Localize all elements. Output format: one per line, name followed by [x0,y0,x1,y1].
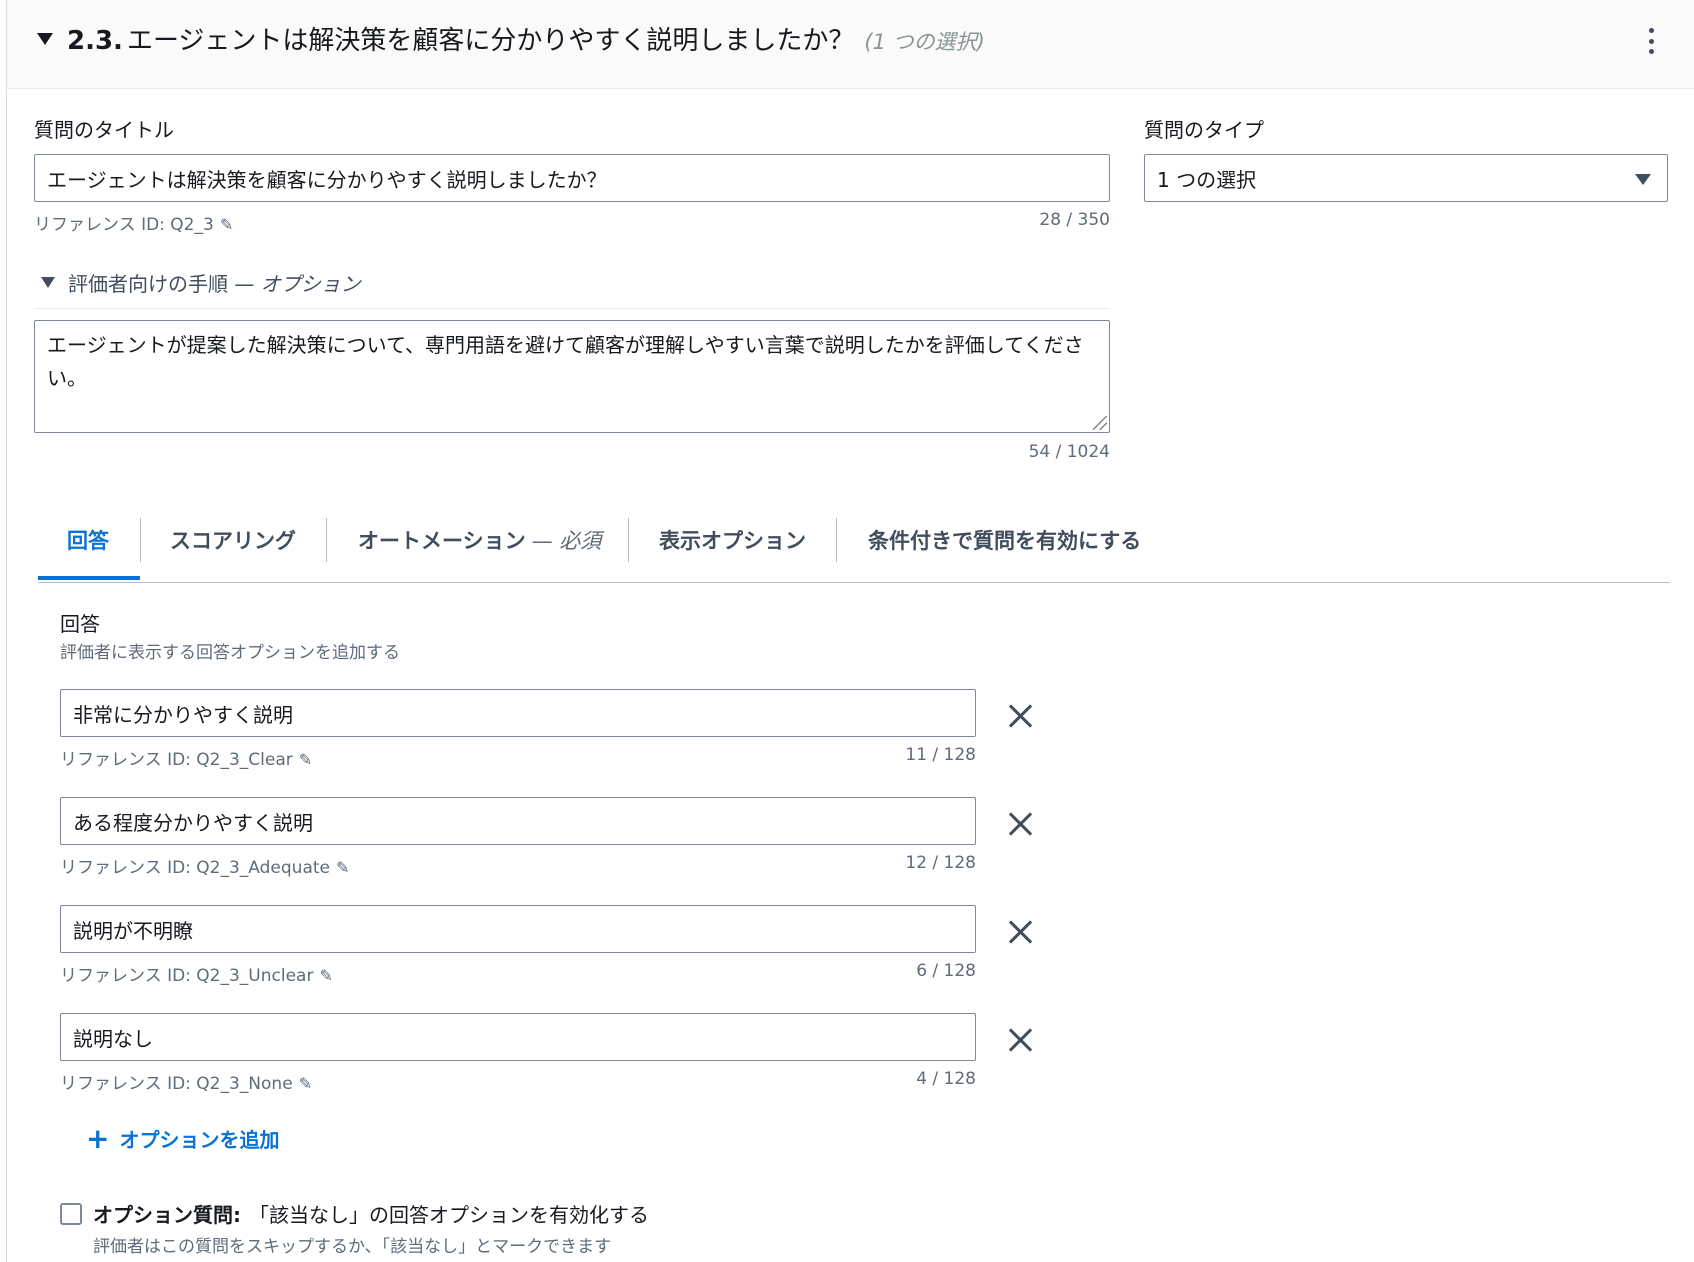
question-type-label: 質問のタイプ [1144,118,1264,142]
answer-option-reference: リファレンス ID: Q2_3_Unclear ✎ [60,966,333,986]
remove-option-icon[interactable] [1007,703,1033,729]
edit-pencil-icon[interactable]: ✎ [336,858,349,877]
answer-option-char-count: 12 / 128 [905,853,976,873]
answer-option-char-count: 11 / 128 [905,745,976,765]
instructions-optional-tag: オプション [260,272,361,296]
question-header[interactable]: 2.3. エージェントは解決策を顧客に分かりやすく説明しましたか？ (1 つの選択) [7,0,1694,89]
answers-title: 回答 [60,612,100,636]
tab-display-options[interactable]: 表示オプション [659,516,806,564]
active-tab-indicator [38,576,140,580]
answers-description: 評価者に表示する回答オプションを追加する [60,643,400,663]
edit-pencil-icon[interactable]: ✎ [220,215,233,234]
answer-option-input[interactable]: ある程度分かりやすく説明 [60,797,976,845]
optional-question-description: 評価者はこの質問をスキップするか、「該当なし」とマークできます [93,1237,612,1257]
instructions-text: エージェントが提案した解決策について、専門用語を避けて顧客が理解しやすい言葉で説… [47,333,1084,390]
tab-automation[interactable]: オートメーション — 必須 [358,516,601,564]
answer-option-input[interactable]: 説明なし [60,1013,976,1061]
question-number: 2.3. [67,26,123,56]
answer-option-char-count: 6 / 128 [916,961,976,981]
optional-question-bold: オプション質問: [93,1203,241,1227]
answer-option-reference: リファレンス ID: Q2_3_Adequate ✎ [60,858,350,878]
question-title-char-count: 28 / 350 [1039,210,1110,230]
question-header-text: エージェントは解決策を顧客に分かりやすく説明しましたか？ [126,26,855,56]
edit-pencil-icon[interactable]: ✎ [299,750,312,769]
remove-option-icon[interactable] [1007,811,1033,837]
answer-option-input[interactable]: 非常に分かりやすく説明 [60,689,976,737]
question-title-reference: リファレンス ID: Q2_3 ✎ [34,210,233,235]
collapse-caret-icon[interactable] [37,33,53,45]
optional-question-checkbox[interactable] [60,1203,82,1225]
reference-id-text: リファレンス ID: Q2_3 [34,215,214,235]
instructions-textarea[interactable]: エージェントが提案した解決策について、専門用語を避けて顧客が理解しやすい言葉で説… [34,320,1110,433]
question-tabs: 回答 スコアリング オートメーション — 必須 表示オプション 条件付きで質問を有… [38,510,1670,583]
answer-option-reference: リファレンス ID: Q2_3_Clear ✎ [60,750,313,770]
more-actions-icon[interactable] [1645,28,1657,54]
instructions-char-count: 54 / 1024 [1028,442,1110,462]
answer-option-reference: リファレンス ID: Q2_3_None ✎ [60,1074,313,1094]
plus-icon: + [86,1121,110,1155]
question-type-value: 1 つの選択 [1157,167,1257,192]
remove-option-icon[interactable] [1007,919,1033,945]
answer-option-char-count: 4 / 128 [916,1069,976,1089]
optional-question-label[interactable]: オプション質問: 「該当なし」の回答オプションを有効化する [93,1199,649,1228]
question-type-select[interactable]: 1 つの選択 [1144,154,1668,202]
remove-option-icon[interactable] [1007,1027,1033,1053]
optional-question-text: 「該当なし」の回答オプションを有効化する [249,1203,649,1227]
instructions-label-text: 評価者向けの手順 — [68,272,255,296]
question-editor-panel: 2.3. エージェントは解決策を顧客に分かりやすく説明しましたか？ (1 つの選択)… [6,0,1694,1262]
add-option-label: オプションを追加 [119,1128,280,1152]
instructions-expander[interactable]: 評価者向けの手順 — オプション [34,268,1110,309]
expand-caret-icon [41,277,55,288]
edit-pencil-icon[interactable]: ✎ [299,1074,312,1093]
resize-handle-icon[interactable] [1093,416,1107,430]
question-type-meta: (1 つの選択) [864,30,985,54]
add-option-button[interactable]: + オプションを追加 [86,1124,279,1153]
question-title-label: 質問のタイトル [34,118,174,142]
tab-scoring[interactable]: スコアリング [170,516,296,564]
edit-pencil-icon[interactable]: ✎ [319,966,332,985]
dropdown-arrow-icon [1635,174,1651,185]
answer-option-input[interactable]: 説明が不明瞭 [60,905,976,953]
tab-answers[interactable]: 回答 [67,516,109,564]
tab-conditional-enable[interactable]: 条件付きで質問を有効にする [868,516,1141,564]
instructions-label: 評価者向けの手順 — オプション [68,268,361,297]
question-title-input[interactable]: エージェントは解決策を顧客に分かりやすく説明しましたか？ [34,154,1110,202]
question-header-title: 2.3. エージェントは解決策を顧客に分かりやすく説明しましたか？ (1 つの選択) [67,20,985,57]
